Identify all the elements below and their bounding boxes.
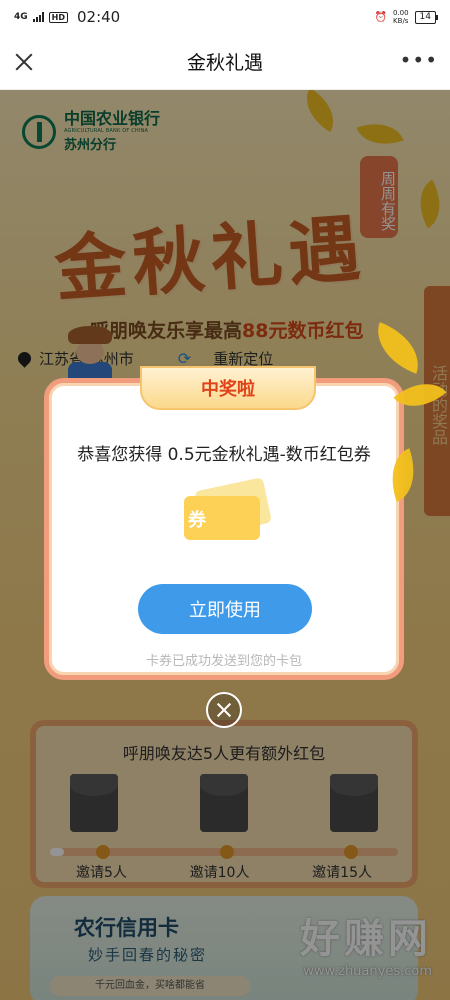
speed-unit: KB/s <box>393 17 409 25</box>
network-speed: 0.00 KB/s <box>393 9 409 25</box>
network-type: 4G <box>14 12 28 22</box>
use-now-button[interactable]: 立即使用 <box>138 584 312 634</box>
prize-message: 恭喜您获得 0.5元金秋礼遇-数币红包券 <box>77 445 371 465</box>
close-icon[interactable] <box>12 50 36 74</box>
title-bar: 金秋礼遇 ••• <box>0 34 450 90</box>
more-icon[interactable]: ••• <box>400 50 438 70</box>
coupon-text: 券 <box>188 510 206 531</box>
speed-value: 0.00 <box>392 9 409 17</box>
coupon-sent-hint: 卡券已成功发送到您的卡包 <box>145 654 302 669</box>
coupon-icon: 券 <box>178 477 274 544</box>
status-bar: 4G HD 02:40 ⏰ 0.00 KB/s 14 <box>0 0 450 34</box>
modal-tab: 中奖啦 <box>140 366 316 410</box>
signal-icon <box>32 12 44 22</box>
hd-badge: HD <box>48 11 68 23</box>
close-modal-icon[interactable] <box>206 692 242 728</box>
alarm-icon: ⏰ <box>374 11 387 23</box>
page-title: 金秋礼遇 <box>186 52 263 74</box>
battery-icon: 14 <box>414 10 439 24</box>
status-time: 02:40 <box>77 8 121 26</box>
